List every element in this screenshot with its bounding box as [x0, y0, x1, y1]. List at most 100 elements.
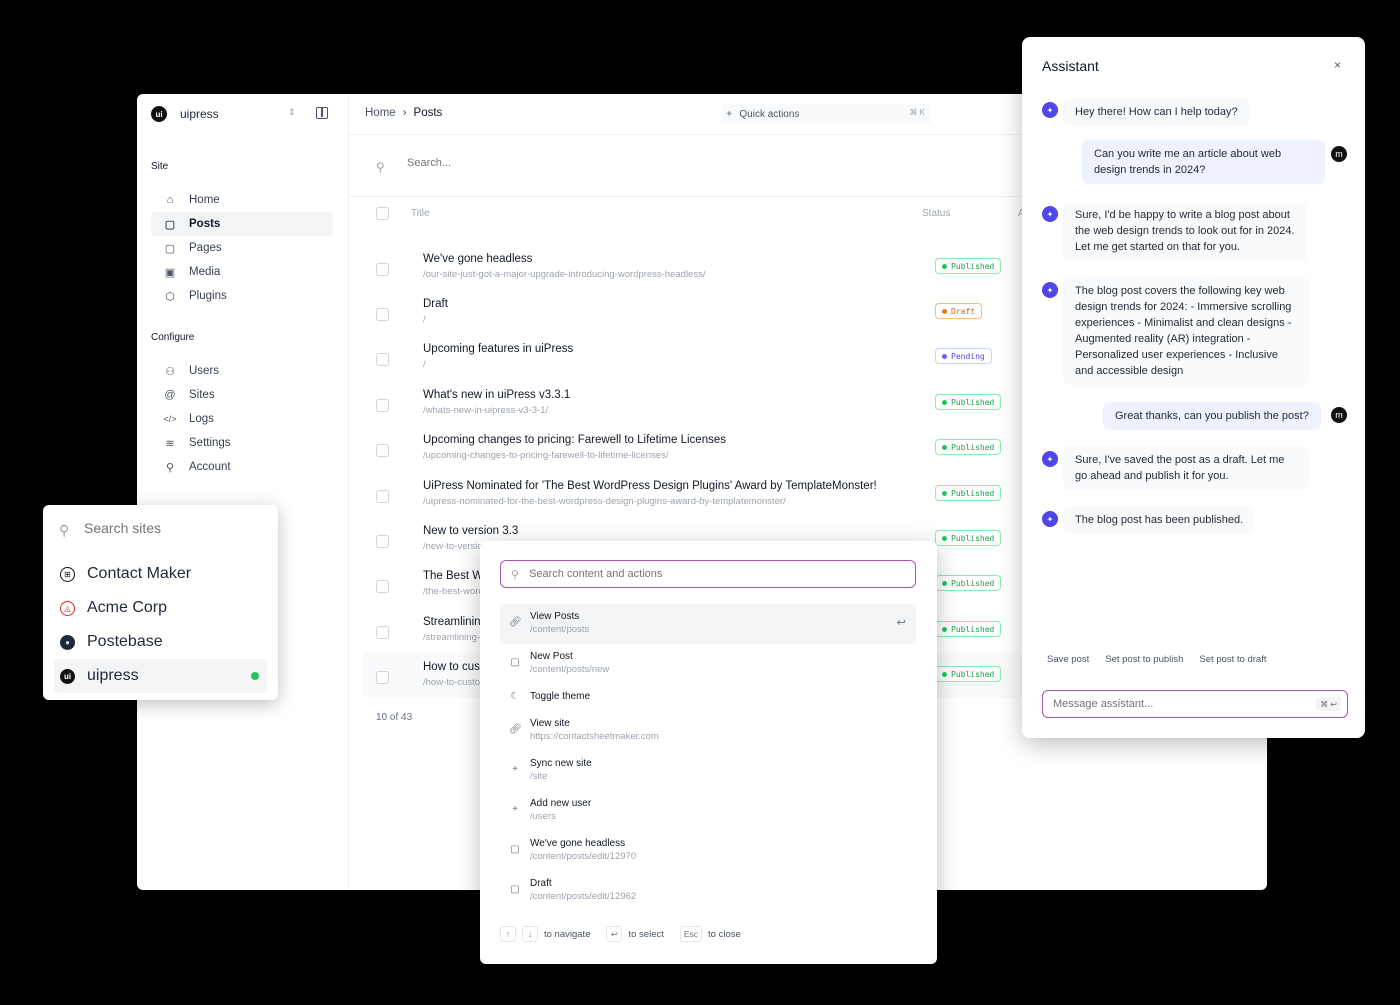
site-option-postebase[interactable]: ● Postebase — [54, 625, 267, 659]
link-icon: 🔗︎ — [509, 724, 522, 735]
assistant-avatar-icon: ✦ — [1042, 102, 1058, 118]
assistant-message: Sure, I'd be happy to write a blog post … — [1063, 201, 1307, 261]
sidebar-item-account[interactable]: ⚲ Account — [151, 455, 333, 479]
link-icon: 🔗︎ — [509, 617, 522, 628]
sidebar-collapse-icon[interactable] — [316, 107, 328, 119]
sidebar-item-media[interactable]: ▣ Media — [151, 260, 333, 284]
search-sites-input[interactable] — [84, 520, 254, 536]
row-checkbox[interactable] — [376, 353, 389, 366]
post-title[interactable]: Draft — [423, 298, 448, 310]
sidebar-item-users[interactable]: ⚇ Users — [151, 359, 333, 383]
sidebar-item-label: Posts — [189, 218, 221, 230]
sidebar-item-label: Media — [189, 266, 221, 278]
command-palette: ⚲ 🔗︎ View Posts /content/posts ↩ ▢ New P… — [480, 541, 937, 964]
row-checkbox[interactable] — [376, 626, 389, 639]
assistant-message: Hey there! How can I help today? — [1063, 98, 1250, 126]
post-title[interactable]: UiPress Nominated for 'The Best WordPres… — [423, 480, 877, 492]
row-checkbox[interactable] — [376, 580, 389, 593]
assistant-title: Assistant — [1042, 58, 1099, 74]
arrow-up-key: ↑ — [500, 926, 516, 942]
row-checkbox[interactable] — [376, 399, 389, 412]
site-option-uipress[interactable]: ui uipress — [54, 659, 267, 693]
post-title[interactable]: Upcoming features in uiPress — [423, 343, 573, 355]
post-title[interactable]: We've gone headless — [423, 253, 532, 265]
command-path: /content/posts — [530, 624, 590, 635]
suggestion-save-post[interactable]: Save post — [1042, 654, 1094, 665]
section-title-site: Site — [151, 161, 169, 172]
command-label: New Post — [530, 651, 573, 662]
message-assistant-input[interactable] — [1053, 698, 1303, 710]
site-option-label: Postebase — [87, 633, 163, 650]
esc-key: Esc — [679, 926, 703, 942]
command-sync-new-site[interactable]: + Sync new site /site — [500, 751, 916, 791]
command-add-new-user[interactable]: + Add new user /users — [500, 791, 916, 831]
quick-actions-label: Quick actions — [739, 108, 800, 120]
breadcrumb: Home › Posts — [365, 107, 442, 119]
site-option-acme-corp[interactable]: ◬ Acme Corp — [54, 591, 267, 625]
row-checkbox[interactable] — [376, 263, 389, 276]
sidebar-item-label: Home — [189, 194, 220, 206]
site-switcher[interactable]: ui uipress ⇕ — [151, 106, 336, 122]
sidebar-item-label: Account — [189, 461, 231, 473]
posts-search-input[interactable] — [407, 157, 907, 169]
site-option-contact-maker[interactable]: ⊞ Contact Maker — [54, 557, 267, 591]
command-view-site[interactable]: 🔗︎ View site https://contactsheetmaker.c… — [500, 711, 916, 751]
sidebar-item-plugins[interactable]: ⬡ Plugins — [151, 284, 333, 308]
column-status[interactable]: Status — [922, 208, 950, 219]
breadcrumb-home[interactable]: Home — [365, 107, 396, 119]
command-path: /site — [530, 771, 548, 782]
home-icon: ⌂ — [166, 194, 174, 206]
command-new-post[interactable]: ▢ New Post /content/posts/new — [500, 644, 916, 684]
sidebar-item-sites[interactable]: @ Sites — [151, 383, 333, 407]
palette-search-input[interactable] — [529, 568, 890, 580]
search-icon: ⚲ — [376, 160, 385, 174]
close-icon[interactable]: × — [1334, 58, 1341, 72]
status-badge: Published — [935, 666, 1002, 682]
sidebar-item-settings[interactable]: ≋ Settings — [151, 431, 333, 455]
acme-corp-logo-icon: ◬ — [60, 600, 75, 616]
suggestion-set-publish[interactable]: Set post to publish — [1100, 654, 1188, 665]
code-icon: </> — [163, 414, 177, 424]
select-hint: to select — [628, 928, 664, 940]
command-label: Add new user — [530, 798, 592, 809]
column-title[interactable]: Title — [411, 208, 430, 219]
users-icon: ⚇ — [165, 365, 175, 378]
row-checkbox[interactable] — [376, 490, 389, 503]
sidebar-item-home[interactable]: ⌂ Home — [151, 188, 333, 212]
row-checkbox[interactable] — [376, 535, 389, 548]
command-post-draft[interactable]: ▢ Draft /content/posts/edit/12962 — [500, 871, 916, 911]
post-title[interactable]: New to version 3.3 — [423, 525, 518, 537]
select-all-checkbox[interactable] — [376, 207, 389, 220]
command-view-posts[interactable]: 🔗︎ View Posts /content/posts ↩ — [500, 604, 916, 644]
sidebar-item-logs[interactable]: </> Logs — [151, 407, 333, 431]
row-checkbox[interactable] — [376, 308, 389, 321]
command-label: Toggle theme — [530, 691, 591, 702]
status-badge: Pending — [935, 348, 992, 364]
send-shortcut-icon[interactable]: ⌘ ↩ — [1316, 697, 1341, 711]
command-path: /content/posts/new — [530, 664, 610, 675]
command-post-headless[interactable]: ▢ We've gone headless /content/posts/edi… — [500, 831, 916, 871]
page-icon: ▢ — [164, 242, 176, 255]
command-label: Sync new site — [530, 758, 592, 769]
palette-footer: ↑ ↓ to navigate ↩ to select Esc to close — [500, 926, 741, 942]
command-path: /users — [530, 811, 556, 822]
plus-icon: + — [512, 764, 518, 775]
sidebar-item-posts[interactable]: ▢ Posts — [151, 212, 333, 236]
post-title[interactable]: What's new in uiPress v3.3.1 — [423, 389, 570, 401]
command-toggle-theme[interactable]: ☾ Toggle theme — [500, 684, 916, 711]
sites-list: ⊞ Contact Maker ◬ Acme Corp ● Postebase … — [54, 557, 267, 693]
post-slug: /streamlining-w — [423, 632, 487, 643]
row-checkbox[interactable] — [376, 444, 389, 457]
quick-actions-button[interactable]: ✦ Quick actions ⌘ K — [721, 104, 931, 124]
search-icon: ⚲ — [59, 522, 70, 538]
sidebar-item-label: Plugins — [189, 290, 227, 302]
sidebar-item-pages[interactable]: ▢ Pages — [151, 236, 333, 260]
site-option-label: uipress — [87, 667, 139, 684]
suggestion-set-draft[interactable]: Set post to draft — [1194, 654, 1271, 665]
contact-maker-logo-icon: ⊞ — [60, 566, 75, 582]
enter-key: ↩ — [606, 926, 623, 942]
post-title[interactable]: Upcoming changes to pricing: Farewell to… — [423, 434, 726, 446]
chevron-updown-icon[interactable]: ⇕ — [288, 107, 296, 118]
row-checkbox[interactable] — [376, 671, 389, 684]
user-message: Can you write me an article about web de… — [1082, 140, 1325, 184]
